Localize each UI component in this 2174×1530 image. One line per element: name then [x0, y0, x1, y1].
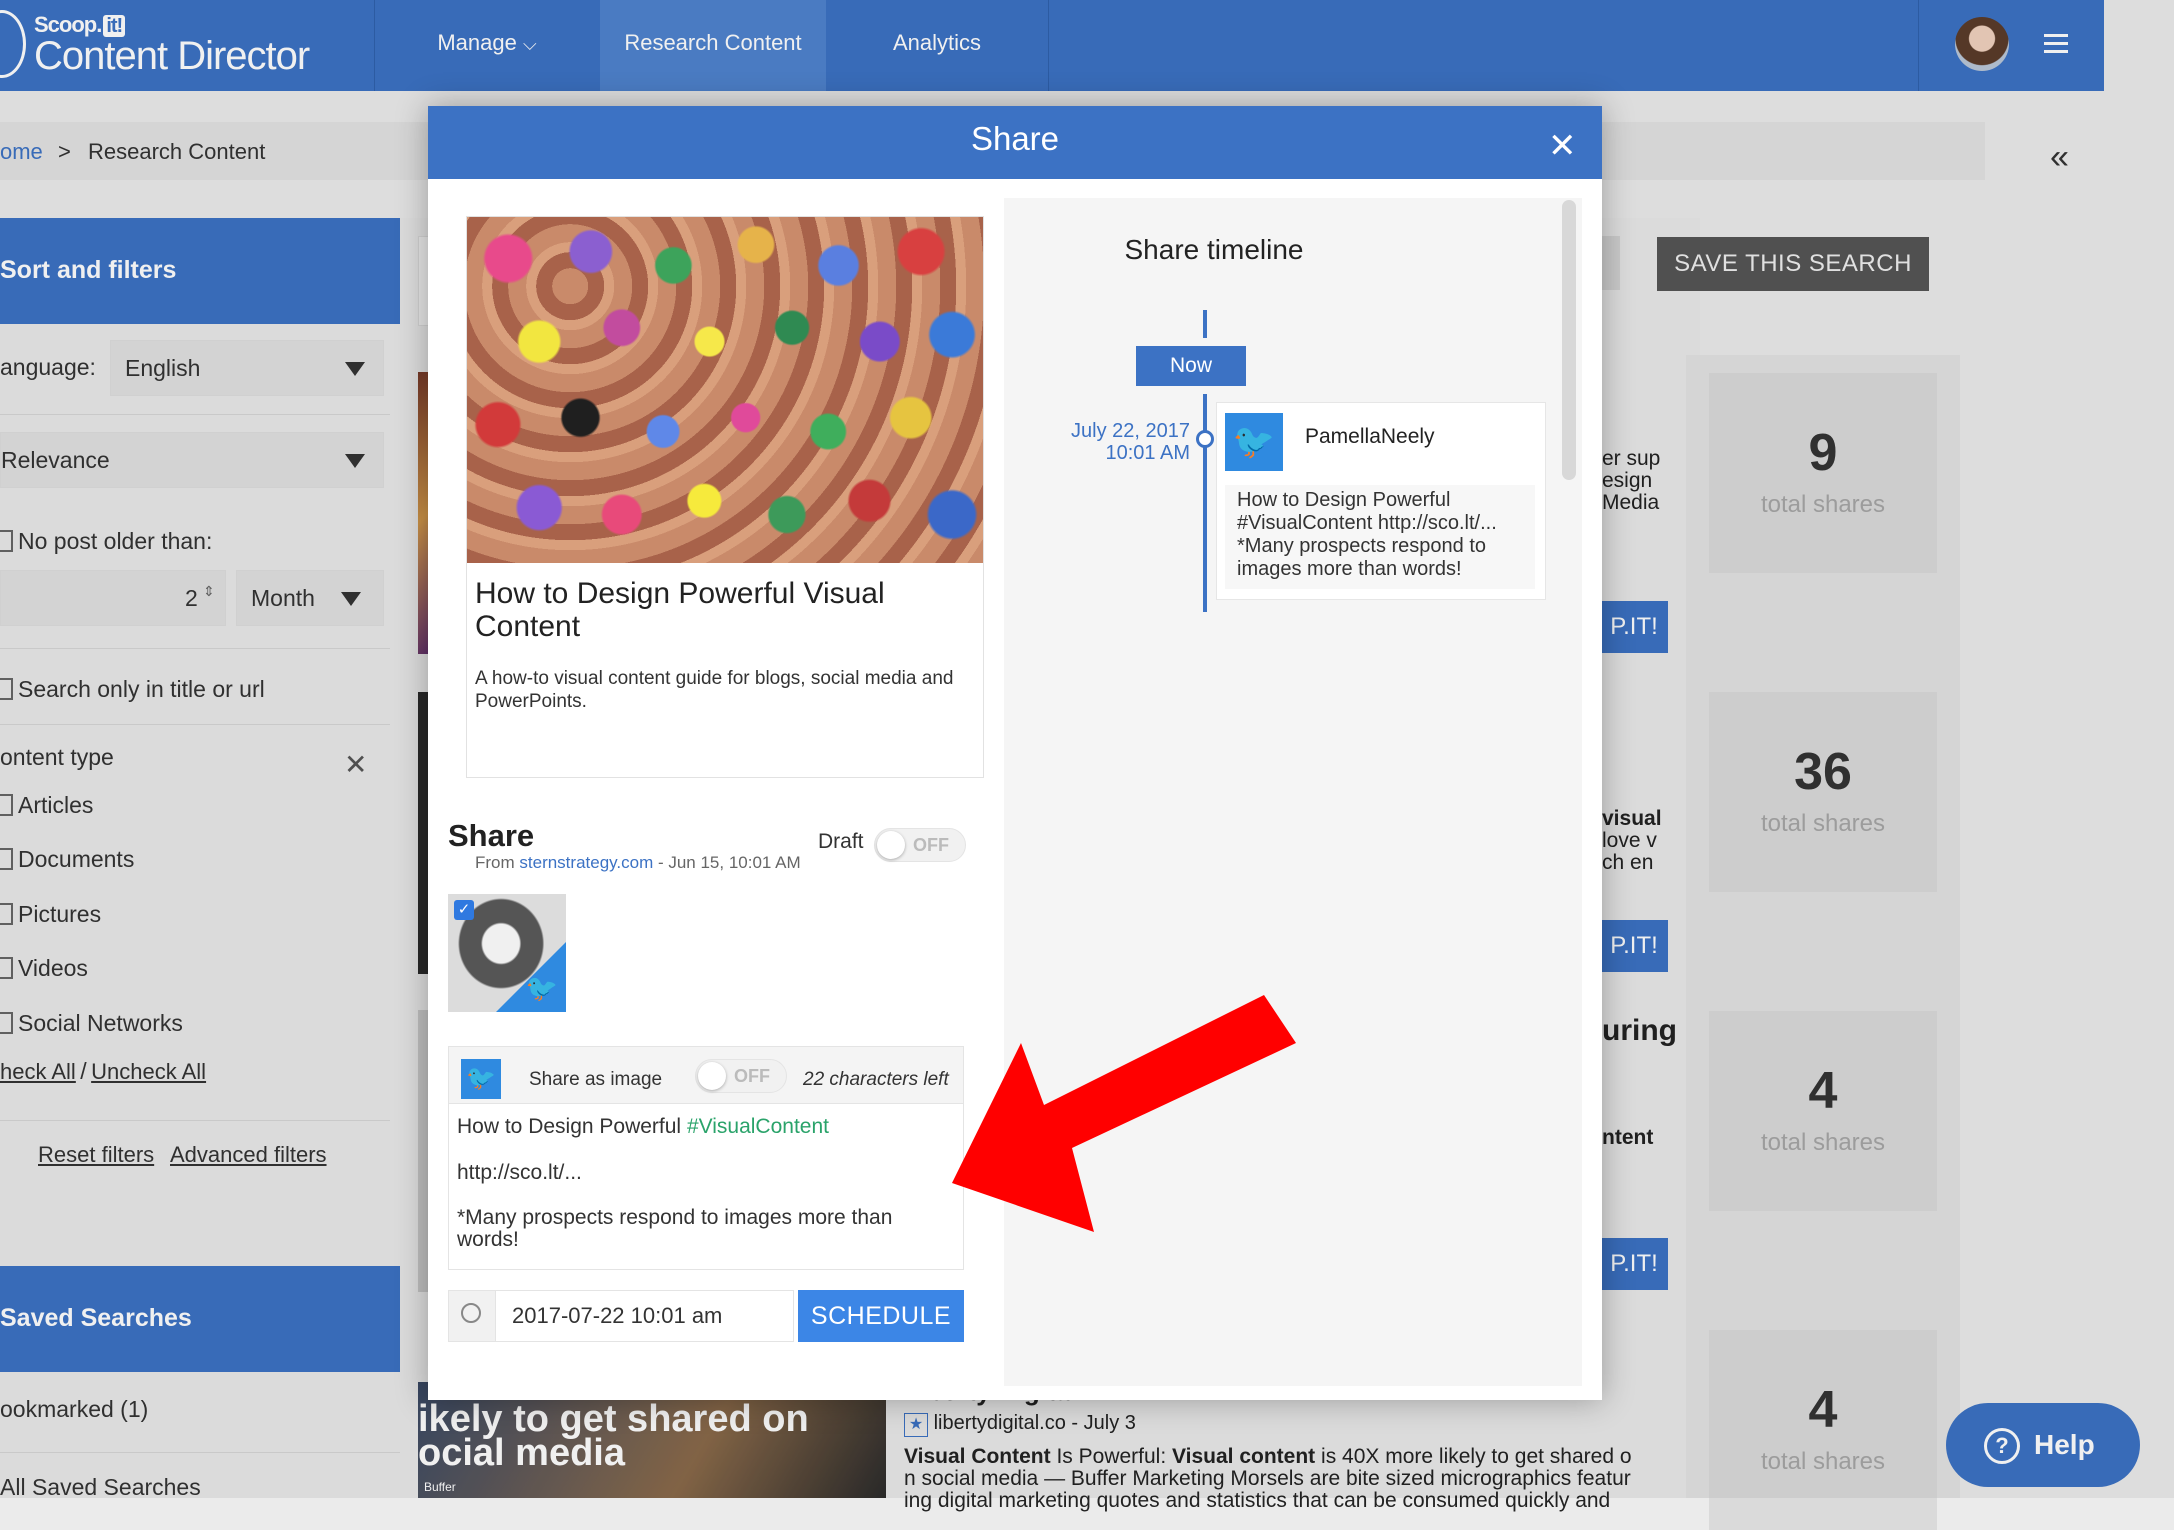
now-badge: Now [1136, 346, 1246, 386]
schedule-button[interactable]: SCHEDULE [798, 1290, 964, 1342]
article-preview-card: How to Design Powerful Visual Content A … [466, 216, 984, 872]
timeline-line [1203, 394, 1207, 612]
characters-left: 22 characters left [803, 1069, 949, 1090]
checkmark-icon: ✓ [454, 900, 474, 920]
composer-toolbar: 🐦 Share as image OFF 22 characters left [449, 1047, 963, 1104]
twitter-icon: 🐦 [1225, 413, 1283, 471]
tweet-body[interactable]: *Many prospects respond to images more t… [457, 1207, 937, 1251]
timeline-title: Share timeline [1124, 234, 1304, 265]
twitter-account-avatar[interactable]: 🐦 ✓ [448, 894, 566, 1012]
timeline-scrollbar[interactable] [1562, 200, 1576, 480]
timeline-username: PamellaNeely [1305, 425, 1435, 448]
share-modal: Share ✕ How to Design Powerful Visual Co… [428, 106, 1602, 1400]
draft-label: Draft [818, 830, 864, 853]
twitter-bird-icon: 🐦 [525, 973, 558, 1003]
tweet-composer: 🐦 Share as image OFF 22 characters left … [448, 1046, 964, 1270]
tweet-text-line1[interactable]: How to Design Powerful #VisualContent [457, 1115, 829, 1139]
schedule-date-input[interactable]: 2017-07-22 10:01 am [496, 1290, 794, 1342]
hashtag: #VisualContent [686, 1115, 829, 1138]
article-image [467, 217, 983, 563]
draft-toggle[interactable]: OFF [874, 828, 966, 862]
article-source-link[interactable]: sternstrategy.com [519, 853, 653, 872]
clock-icon[interactable] [448, 1290, 496, 1342]
close-icon[interactable]: ✕ [1548, 126, 1577, 166]
article-description: A how-to visual content guide for blogs,… [475, 668, 954, 712]
share-heading: Share [448, 818, 535, 853]
timeline-line [1203, 310, 1207, 338]
timeline-dot [1196, 430, 1214, 448]
share-timeline-panel: Share timeline Now July 22, 2017 10:01 AM… [1004, 198, 1582, 1386]
article-source: From sternstrategy.com - Jun 15, 10:01 A… [475, 853, 801, 872]
timeline-date: July 22, 2017 10:01 AM [1071, 420, 1190, 464]
scheduled-post-card[interactable]: 🐦 PamellaNeely How to Design Powerful #V… [1216, 402, 1546, 600]
article-title: How to Design Powerful Visual Content [475, 577, 885, 643]
share-as-image-label: Share as image [529, 1069, 663, 1090]
timeline-post-text: How to Design Powerful #VisualContent ht… [1225, 485, 1535, 589]
twitter-icon: 🐦 [461, 1059, 501, 1099]
share-as-image-toggle[interactable]: OFF [695, 1059, 787, 1093]
modal-title: Share [970, 120, 1060, 157]
tweet-link[interactable]: http://sco.lt/... [457, 1161, 582, 1185]
